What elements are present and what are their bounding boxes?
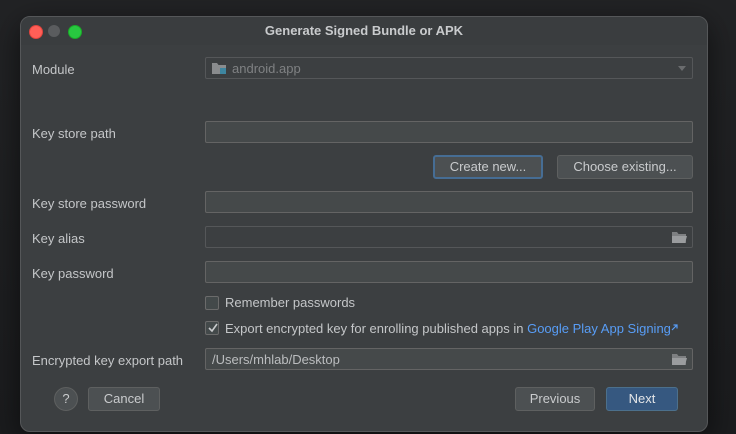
key-alias-label: Key alias: [32, 231, 85, 246]
checkmark-icon: [208, 323, 218, 333]
key-password-input[interactable]: [205, 261, 693, 283]
google-play-signing-link[interactable]: Google Play App Signing: [527, 321, 671, 336]
module-folder-icon: [212, 63, 226, 74]
keystore-password-input[interactable]: [205, 191, 693, 213]
export-path-input[interactable]: /Users/mhlab/Desktop: [205, 348, 693, 370]
chevron-down-icon: [678, 66, 686, 71]
external-link-icon: [671, 324, 678, 331]
export-key-label: Export encrypted key for enrolling publi…: [225, 321, 678, 336]
export-path-value: /Users/mhlab/Desktop: [212, 352, 340, 367]
cancel-button[interactable]: Cancel: [88, 387, 160, 411]
help-button[interactable]: ?: [54, 387, 78, 411]
previous-button[interactable]: Previous: [515, 387, 595, 411]
module-label: Module: [32, 62, 75, 77]
title-bar: Generate Signed Bundle or APK: [21, 17, 707, 45]
window-title: Generate Signed Bundle or APK: [264, 23, 464, 38]
key-alias-input[interactable]: [205, 226, 693, 248]
keystore-path-input[interactable]: [205, 121, 693, 143]
export-key-text: Export encrypted key for enrolling publi…: [225, 321, 528, 336]
dialog-window: Generate Signed Bundle or APK Module and…: [20, 16, 708, 432]
next-button[interactable]: Next: [606, 387, 678, 411]
export-path-label: Encrypted key export path: [32, 353, 184, 368]
remember-passwords-checkbox[interactable]: [205, 296, 219, 310]
create-new-button[interactable]: Create new...: [433, 155, 543, 179]
remember-passwords-label: Remember passwords: [225, 295, 356, 310]
module-dropdown[interactable]: android.app: [205, 57, 693, 79]
browse-folder-icon[interactable]: [672, 231, 687, 244]
keystore-password-label: Key store password: [32, 196, 147, 211]
keystore-path-label: Key store path: [32, 126, 116, 141]
module-value: android.app: [232, 61, 301, 76]
choose-existing-button[interactable]: Choose existing...: [557, 155, 693, 179]
browse-folder-icon[interactable]: [672, 353, 687, 366]
key-password-label: Key password: [32, 266, 114, 281]
export-key-checkbox[interactable]: [205, 321, 219, 335]
